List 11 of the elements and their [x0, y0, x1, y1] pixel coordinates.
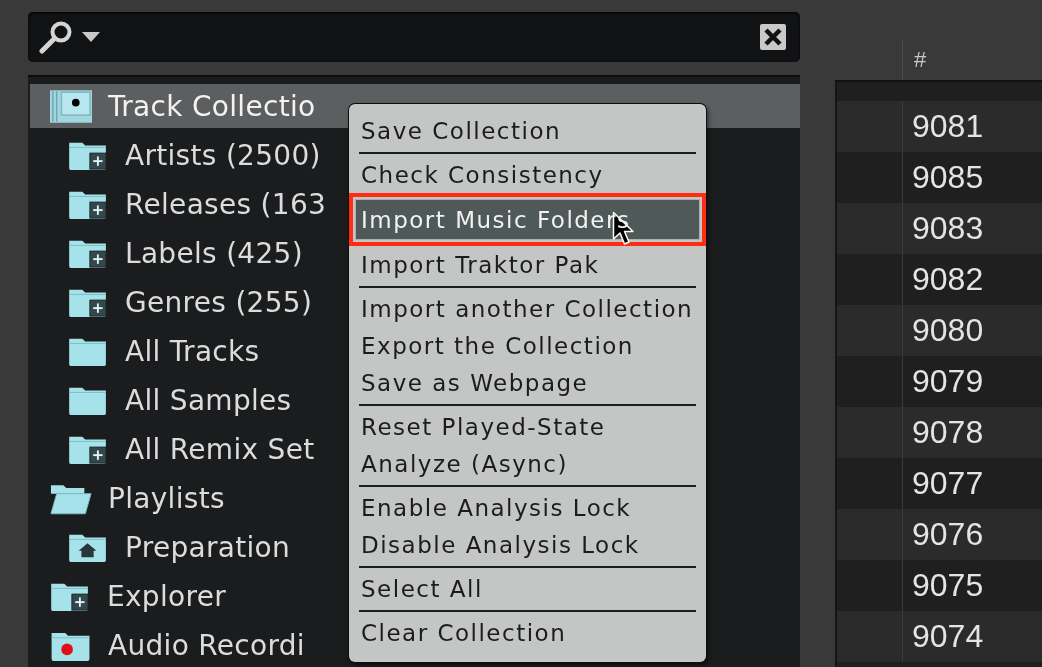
table-cell: 9074 [912, 618, 984, 655]
table-cell: 9079 [912, 363, 984, 400]
table-cell: 9078 [912, 414, 984, 451]
table-cell: 9081 [912, 108, 984, 145]
table-cell: 9075 [912, 567, 984, 604]
table-cell: 9083 [912, 210, 984, 247]
table-cell: 9080 [912, 312, 984, 349]
table-cell: 9082 [912, 261, 984, 298]
table-cell: 9077 [912, 465, 984, 502]
table-cell: 9085 [912, 159, 984, 196]
table-cell: 9076 [912, 516, 984, 553]
